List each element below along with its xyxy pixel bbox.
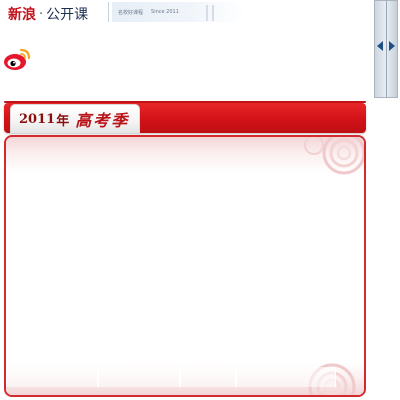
strip-pillar bbox=[212, 5, 214, 21]
right-notch bbox=[360, 287, 364, 299]
header-banner-strip: 名校好课程 Since 2011 bbox=[112, 2, 245, 22]
header-divider bbox=[108, 2, 109, 22]
strip-text: 名校好课程 bbox=[118, 9, 144, 16]
arrow-left-icon[interactable] bbox=[377, 41, 383, 51]
brand-sina: 新浪 bbox=[8, 7, 36, 23]
swirl-decoration-icon bbox=[304, 137, 364, 175]
title-tab[interactable]: 2011 年 高考季 bbox=[10, 104, 140, 133]
bottom-tab[interactable] bbox=[180, 367, 236, 387]
title-year-suffix: 年 bbox=[56, 113, 70, 129]
strip-pillar bbox=[206, 5, 208, 21]
brand-open-course: 公开课 bbox=[46, 7, 89, 23]
scroll-divider bbox=[386, 1, 387, 97]
title-year: 2011 bbox=[19, 111, 56, 127]
arrow-right-icon[interactable] bbox=[389, 41, 395, 51]
main-panel bbox=[4, 135, 366, 397]
strip-since: Since 2011 bbox=[151, 9, 179, 15]
brand-dot: · bbox=[39, 6, 44, 22]
title-subject: 高考季 bbox=[75, 111, 130, 130]
weibo-logo-icon[interactable] bbox=[2, 44, 32, 74]
left-notch bbox=[6, 233, 10, 245]
bottom-tab[interactable] bbox=[6, 367, 98, 387]
page-root: 新浪 · 公开课 名校好课程 Since 2011 2011 年 高考季 bbox=[0, 0, 400, 400]
bottom-tab[interactable] bbox=[98, 367, 180, 387]
scroll-control bbox=[374, 0, 398, 98]
site-brand[interactable]: 新浪 · 公开课 bbox=[8, 4, 88, 24]
bottom-tab[interactable] bbox=[236, 367, 336, 387]
